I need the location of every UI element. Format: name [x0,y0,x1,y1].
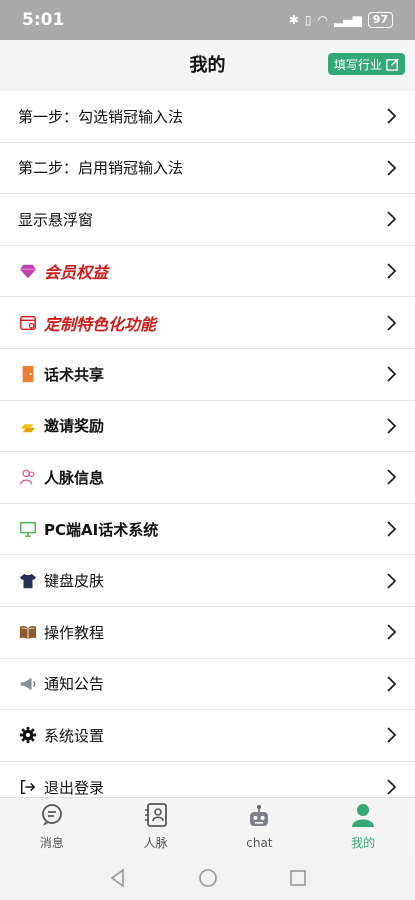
bottom-nav: 消息 人脉 chat 我的 [0,797,415,855]
menu-item-label: 通知公告 [44,675,105,694]
people-icon [18,467,38,487]
gold-icon [18,416,38,436]
status-icons: ✱ ▯ ◠ ▂▄▆ 97 [289,12,393,28]
chevron-right-icon [387,418,397,434]
chevron-right-icon [387,211,397,228]
menu-item[interactable]: 通知公告 [0,659,415,711]
chevron-right-icon [387,624,397,640]
nav-tab-label: 消息 [39,836,64,850]
battery-icon: 97 [367,12,393,28]
wifi-icon: ◠ [317,13,328,27]
nav-tab[interactable]: 消息 [0,798,104,855]
system-nav-bar [0,855,415,900]
user-icon [350,802,376,832]
menu-item-label: 操作教程 [44,623,105,642]
menu-item-label: PC端AI话术系统 [44,520,159,539]
message-icon [39,802,65,832]
robot-icon [246,804,272,834]
menu-item-label: 定制特色化功能 [44,314,157,334]
menu-item-label: 会员权益 [44,263,109,283]
menu-item[interactable]: 显示悬浮窗 [0,194,415,246]
vibrate-icon: ▯ [304,13,312,27]
chevron-right-icon [387,315,397,331]
back-icon[interactable] [108,867,128,888]
menu-item[interactable]: 定制特色化功能 [0,297,415,349]
gear-icon [18,725,38,745]
gem-icon [18,261,38,281]
menu-list: 第一步：勾选销冠输入法 第二步：启用销冠输入法 显示悬浮窗会员权益定制特色化功能 话术… [0,91,415,797]
menu-item[interactable]: 话术共享 [0,349,415,401]
status-time: 5:01 [22,10,65,30]
header: 我的 填写行业 [0,40,415,88]
monitor-icon [18,519,38,539]
fill-industry-label: 填写行业 [333,57,382,72]
megaphone-icon [18,674,38,694]
chevron-right-icon [387,160,397,176]
menu-item[interactable]: 操作教程 [0,607,415,659]
nav-tab-label: 人脉 [143,836,168,850]
menu-item-label: 退出登录 [44,778,105,797]
menu-item[interactable]: 第一步：勾选销冠输入法 [0,91,415,143]
home-icon[interactable] [198,868,218,888]
chevron-right-icon [387,573,397,589]
book-icon [18,622,38,642]
menu-item[interactable]: 会员权益 [0,246,415,298]
status-bar: 5:01 ✱ ▯ ◠ ▂▄▆ 97 [0,0,415,40]
menu-item-label: 邀请奖励 [44,417,105,436]
calendar-icon [18,313,38,333]
bluetooth-icon: ✱ [288,13,299,27]
chevron-right-icon [387,469,397,486]
chevron-right-icon [387,779,397,795]
chevron-right-icon [387,108,397,124]
recents-icon[interactable] [288,868,308,888]
menu-item-label: 第一步：勾选销冠输入法 [18,107,184,126]
menu-item[interactable]: PC端AI话术系统 [0,504,415,556]
menu-item[interactable]: 人脉信息 [0,452,415,504]
logout-icon [18,777,38,797]
menu-item-label: 第二步：启用销冠输入法 [18,159,184,178]
menu-item-label: 显示悬浮窗 [18,210,94,229]
nav-tab[interactable]: chat [208,798,312,855]
menu-item-label: 系统设置 [44,726,105,745]
menu-item-label: 话术共享 [44,365,105,384]
edit-icon [386,57,399,71]
menu-item[interactable]: 系统设置 [0,710,415,762]
nav-tab[interactable]: 人脉 [104,798,208,855]
nav-tab[interactable]: 我的 [311,798,415,855]
chevron-right-icon [387,676,397,692]
nav-tab-label: chat [246,835,273,850]
signal-icon: ▂▄▆ [334,13,362,27]
menu-item[interactable]: 键盘皮肤 [0,555,415,607]
fill-industry-button[interactable]: 填写行业 [327,53,405,75]
menu-item-label: 人脉信息 [44,468,105,487]
chevron-right-icon [387,263,397,279]
shirt-icon [18,571,38,591]
menu-item[interactable]: 第二步：启用销冠输入法 [0,143,415,195]
menu-item[interactable]: 退出登录 [0,762,415,797]
nav-tab-label: 我的 [351,836,376,850]
contacts-icon [143,802,169,832]
door-icon [18,364,38,384]
chevron-right-icon [387,727,397,744]
menu-item-label: 键盘皮肤 [44,572,105,591]
page-title: 我的 [189,55,226,76]
chevron-right-icon [387,521,397,537]
chevron-right-icon [387,366,397,382]
menu-item[interactable]: 邀请奖励 [0,401,415,453]
